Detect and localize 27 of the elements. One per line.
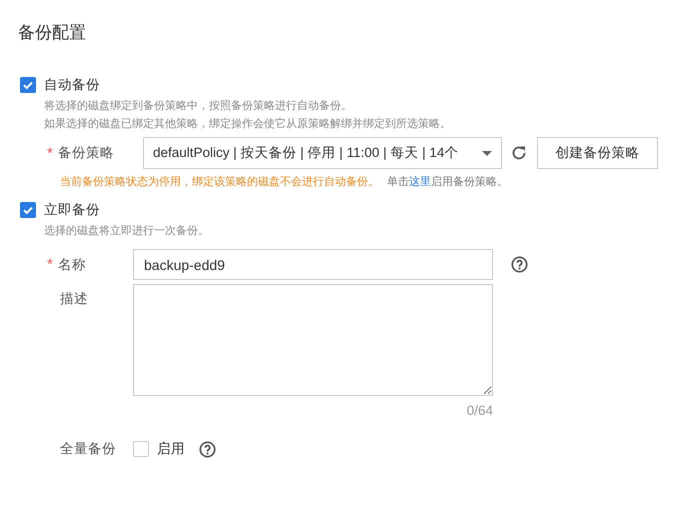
section-description: 如果选择的磁盘已绑定其他策略，绑定操作会使它从原策略解绑并绑定到所选策略。 bbox=[44, 116, 452, 131]
field-label: 全量备份 bbox=[59, 440, 117, 458]
character-counter: 0/64 bbox=[466, 403, 493, 418]
checkbox[interactable] bbox=[20, 77, 36, 93]
section-label: 自动备份 bbox=[44, 76, 100, 94]
field-label: 名称 bbox=[58, 256, 86, 274]
section-label: 立即备份 bbox=[44, 201, 100, 219]
page-title: 备份配置 bbox=[18, 22, 87, 44]
caret-icon bbox=[482, 150, 492, 156]
help-icon[interactable] bbox=[511, 256, 528, 273]
hint-text: 单击这里启用备份策略。 bbox=[387, 174, 508, 189]
name-input[interactable]: backup-edd9 bbox=[133, 249, 493, 280]
field-label: 备份策略 bbox=[58, 144, 114, 162]
section-description: 选择的磁盘将立即进行一次备份。 bbox=[44, 224, 210, 238]
checkbox[interactable] bbox=[133, 441, 149, 457]
help-icon[interactable] bbox=[199, 440, 216, 458]
policy-select[interactable]: defaultPolicy | 按天备份 | 停用 | 11:00 | 每天 | 14个 bbox=[143, 137, 502, 169]
section-description: 将选择的磁盘绑定到备份策略中，按照备份策略进行自动备份。 bbox=[44, 98, 353, 113]
field-label: 描述 bbox=[59, 290, 89, 308]
checkbox[interactable] bbox=[20, 202, 36, 218]
checkbox-label: 启用 bbox=[157, 440, 185, 458]
here-link[interactable]: 这里 bbox=[409, 176, 431, 188]
required-mark: * bbox=[47, 256, 53, 273]
refresh-icon[interactable] bbox=[511, 145, 527, 161]
required-mark: * bbox=[47, 144, 53, 162]
warning-text: 当前备份策略状态为停用，绑定该策略的磁盘不会进行自动备份。 bbox=[60, 174, 379, 189]
create-policy-button[interactable]: 创建备份策略 bbox=[537, 137, 658, 169]
